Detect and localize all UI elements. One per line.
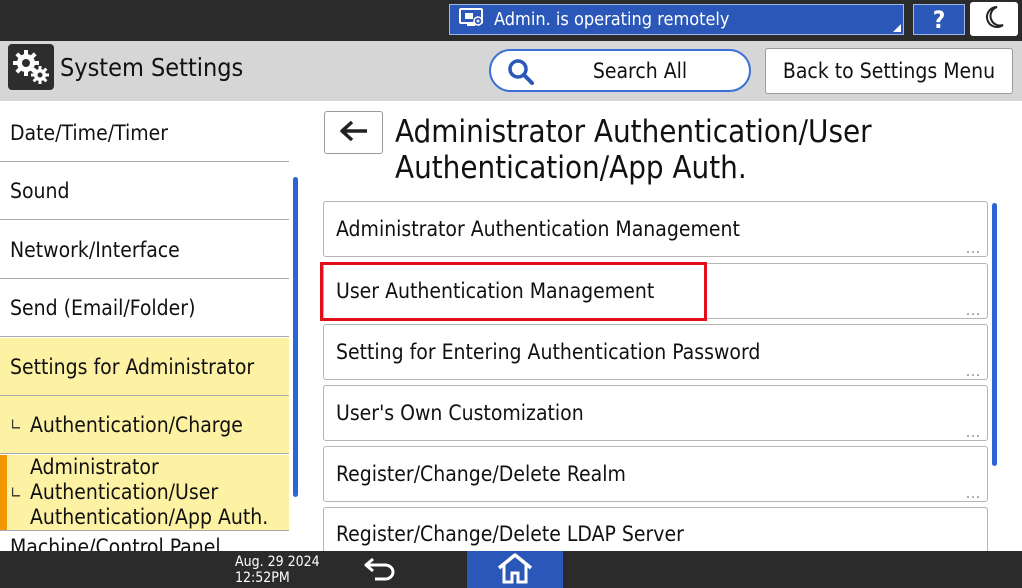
setting-administrator-authentication-management[interactable]: Administrator Authentication Management … [323, 201, 988, 257]
setting-label: User's Own Customization [336, 401, 584, 425]
back-to-settings-menu-button[interactable]: Back to Settings Menu [765, 48, 1013, 94]
setting-register-change-delete-ldap-server[interactable]: Register/Change/Delete LDAP Server [323, 507, 988, 551]
question-icon: ? [932, 5, 946, 34]
nav-item-label: Machine/Control Panel [10, 535, 221, 551]
setting-register-change-delete-realm[interactable]: Register/Change/Delete Realm ... [323, 446, 988, 502]
nav-item-label: Send (Email/Folder) [10, 295, 196, 320]
nav-item-network-interface[interactable]: Network/Interface [0, 221, 289, 279]
remote-operation-label: Admin. is operating remotely [494, 9, 730, 30]
nav-item-label-line-2: Authentication/User [30, 480, 219, 504]
nav-item-label-line-1: Administrator [30, 455, 159, 479]
more-icon: ... [966, 241, 981, 257]
highlight-box [320, 262, 707, 321]
setting-label: Administrator Authentication Management [336, 217, 740, 241]
search-all-button[interactable]: Search All [489, 49, 751, 92]
nav-item-label: Date/Time/Timer [10, 120, 169, 145]
home-icon [495, 552, 535, 588]
return-arrow-icon [363, 555, 397, 585]
remote-operation-banner[interactable]: Admin. is operating remotely [449, 4, 904, 35]
more-icon: ... [966, 486, 981, 502]
status-bar: Admin. is operating remotely ? [0, 0, 1022, 41]
nav-item-machine-control-panel[interactable]: Machine/Control Panel [0, 531, 289, 551]
left-navigation-menu: Date/Time/Timer Sound Network/Interface … [0, 104, 289, 551]
energy-saver-button[interactable] [970, 2, 1018, 36]
app-title: System Settings [60, 53, 244, 82]
panel-title: Administrator Authentication/User Authen… [395, 114, 872, 186]
sub-level-marker-icon: ∟ [10, 415, 23, 434]
setting-label: Setting for Entering Authentication Pass… [336, 340, 761, 364]
moon-icon [983, 5, 1005, 33]
home-button[interactable] [467, 551, 563, 588]
nav-item-settings-for-administrator[interactable]: Settings for Administrator [0, 338, 289, 396]
setting-label: Register/Change/Delete LDAP Server [336, 522, 684, 546]
settings-gear-icon [8, 44, 54, 90]
date-time-display: Aug. 29 2024 12:52PM [235, 554, 320, 586]
arrow-left-icon [339, 120, 369, 146]
remote-monitor-icon [458, 7, 484, 33]
nav-item-label: Authentication/Charge [30, 412, 243, 437]
return-button[interactable] [360, 555, 400, 585]
banner-corner-icon [893, 24, 901, 32]
setting-users-own-customization[interactable]: User's Own Customization ... [323, 385, 988, 441]
more-icon: ... [966, 303, 981, 319]
nav-item-label: Settings for Administrator [10, 354, 255, 379]
more-icon: ... [966, 364, 981, 380]
date-text: Aug. 29 2024 [235, 554, 320, 570]
sub-level-marker-icon: ∟ [10, 483, 23, 502]
settings-list-scrollbar[interactable] [992, 203, 997, 466]
nav-item-label-line-3: Authentication/App Auth. [30, 505, 269, 529]
nav-item-date-time-timer[interactable]: Date/Time/Timer [0, 104, 289, 162]
bottom-bar: Aug. 29 2024 12:52PM [0, 551, 1022, 588]
setting-label: Register/Change/Delete Realm [336, 462, 626, 486]
nav-item-authentication-charge[interactable]: ∟ Authentication/Charge [0, 396, 289, 454]
back-button[interactable] [324, 111, 383, 154]
header: System Settings Search All Back to Setti… [0, 41, 1022, 101]
left-menu-scrollbar[interactable] [293, 177, 298, 497]
help-button[interactable]: ? [913, 4, 965, 35]
nav-item-admin-user-app-auth[interactable]: Administrator ∟ Authentication/User Authe… [0, 455, 289, 531]
search-icon [507, 58, 535, 90]
nav-item-label: Sound [10, 178, 70, 203]
setting-entering-authentication-password[interactable]: Setting for Entering Authentication Pass… [323, 324, 988, 380]
nav-item-sound[interactable]: Sound [0, 162, 289, 220]
nav-item-label: Network/Interface [10, 237, 180, 262]
time-text: 12:52PM [235, 570, 290, 586]
more-icon: ... [966, 425, 981, 441]
nav-item-send-email-folder[interactable]: Send (Email/Folder) [0, 279, 289, 337]
